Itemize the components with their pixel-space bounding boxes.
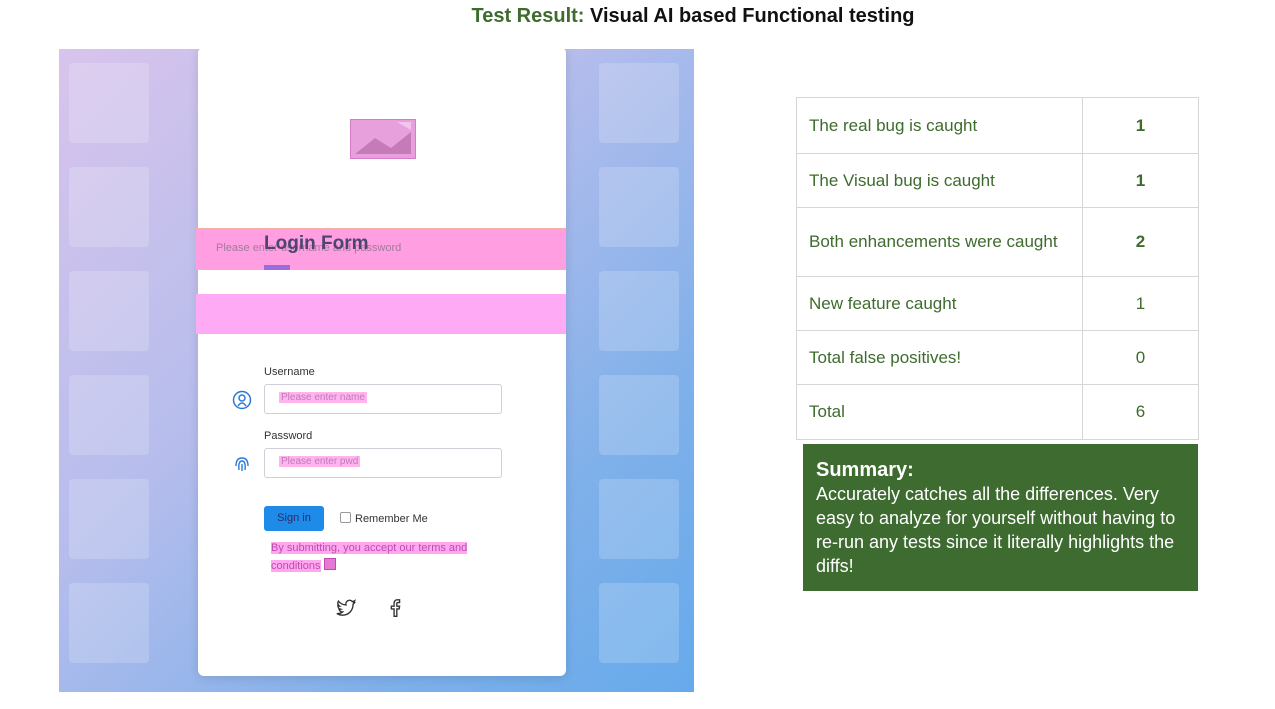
results-table: The real bug is caught 1 The Visual bug … (796, 97, 1199, 440)
background-tile (599, 271, 679, 351)
background-tile (69, 479, 149, 559)
row-value: 6 (1082, 384, 1199, 440)
table-row: Total 6 (796, 384, 1199, 440)
background-tile (69, 271, 149, 351)
table-row: New feature caught 1 (796, 276, 1199, 331)
summary-heading: Summary: (816, 459, 914, 481)
summary-box: Summary: Accurately catches all the diff… (803, 444, 1198, 591)
facebook-icon[interactable] (384, 597, 406, 619)
background-tile (69, 583, 149, 663)
form-title: Login Form (264, 233, 369, 254)
remember-me-label: Remember Me (355, 513, 428, 525)
page-title: Test Result: Visual AI based Functional … (0, 5, 1275, 28)
checkbox-icon (340, 512, 351, 523)
username-input[interactable]: Please enter name (264, 384, 502, 414)
background-tile (69, 375, 149, 455)
table-row: Both enhancements were caught 2 (796, 207, 1199, 277)
row-value: 1 (1082, 153, 1199, 208)
row-label: The real bug is caught (796, 97, 1083, 154)
logo-image-icon (350, 119, 416, 159)
login-screenshot: Please enter username and password Login… (59, 49, 694, 692)
background-tile (599, 167, 679, 247)
terms-link[interactable]: By submitting, you accept our terms and … (271, 539, 481, 575)
password-placeholder: Please enter pwd (279, 456, 361, 467)
login-card: Please enter username and password Login… (196, 49, 566, 676)
user-icon (232, 390, 252, 410)
row-value: 2 (1082, 207, 1199, 277)
background-tile (599, 375, 679, 455)
password-input[interactable]: Please enter pwd (264, 448, 502, 478)
row-label: Total false positives! (796, 330, 1083, 385)
row-value: 1 (1082, 97, 1199, 154)
summary-body: Accurately catches all the differences. … (816, 484, 1176, 576)
table-row: The Visual bug is caught 1 (796, 153, 1199, 208)
sign-in-button[interactable]: Sign in (264, 506, 324, 531)
row-label: New feature caught (796, 276, 1083, 331)
row-label: Total (796, 384, 1083, 440)
row-value: 1 (1082, 276, 1199, 331)
row-value: 0 (1082, 330, 1199, 385)
row-label: Both enhancements were caught (796, 207, 1083, 277)
background-tile (599, 479, 679, 559)
title-text: Visual AI based Functional testing (590, 5, 915, 27)
twitter-icon[interactable] (335, 597, 357, 619)
row-label: The Visual bug is caught (796, 153, 1083, 208)
table-row: The real bug is caught 1 (796, 97, 1199, 154)
username-label: Username (264, 366, 315, 378)
username-placeholder: Please enter name (279, 392, 367, 403)
remember-me-checkbox[interactable]: Remember Me (340, 512, 428, 525)
external-link-icon (323, 558, 336, 570)
password-label: Password (264, 430, 313, 442)
title-underline (264, 265, 290, 270)
fingerprint-icon (232, 454, 252, 474)
table-row: Total false positives! 0 (796, 330, 1199, 385)
background-tile (599, 63, 679, 143)
terms-text: By submitting, you accept our terms and … (271, 542, 468, 572)
diff-highlight-band (196, 294, 566, 334)
background-tile (69, 167, 149, 247)
title-label: Test Result: (471, 5, 585, 27)
background-tile (69, 63, 149, 143)
background-tile (599, 583, 679, 663)
